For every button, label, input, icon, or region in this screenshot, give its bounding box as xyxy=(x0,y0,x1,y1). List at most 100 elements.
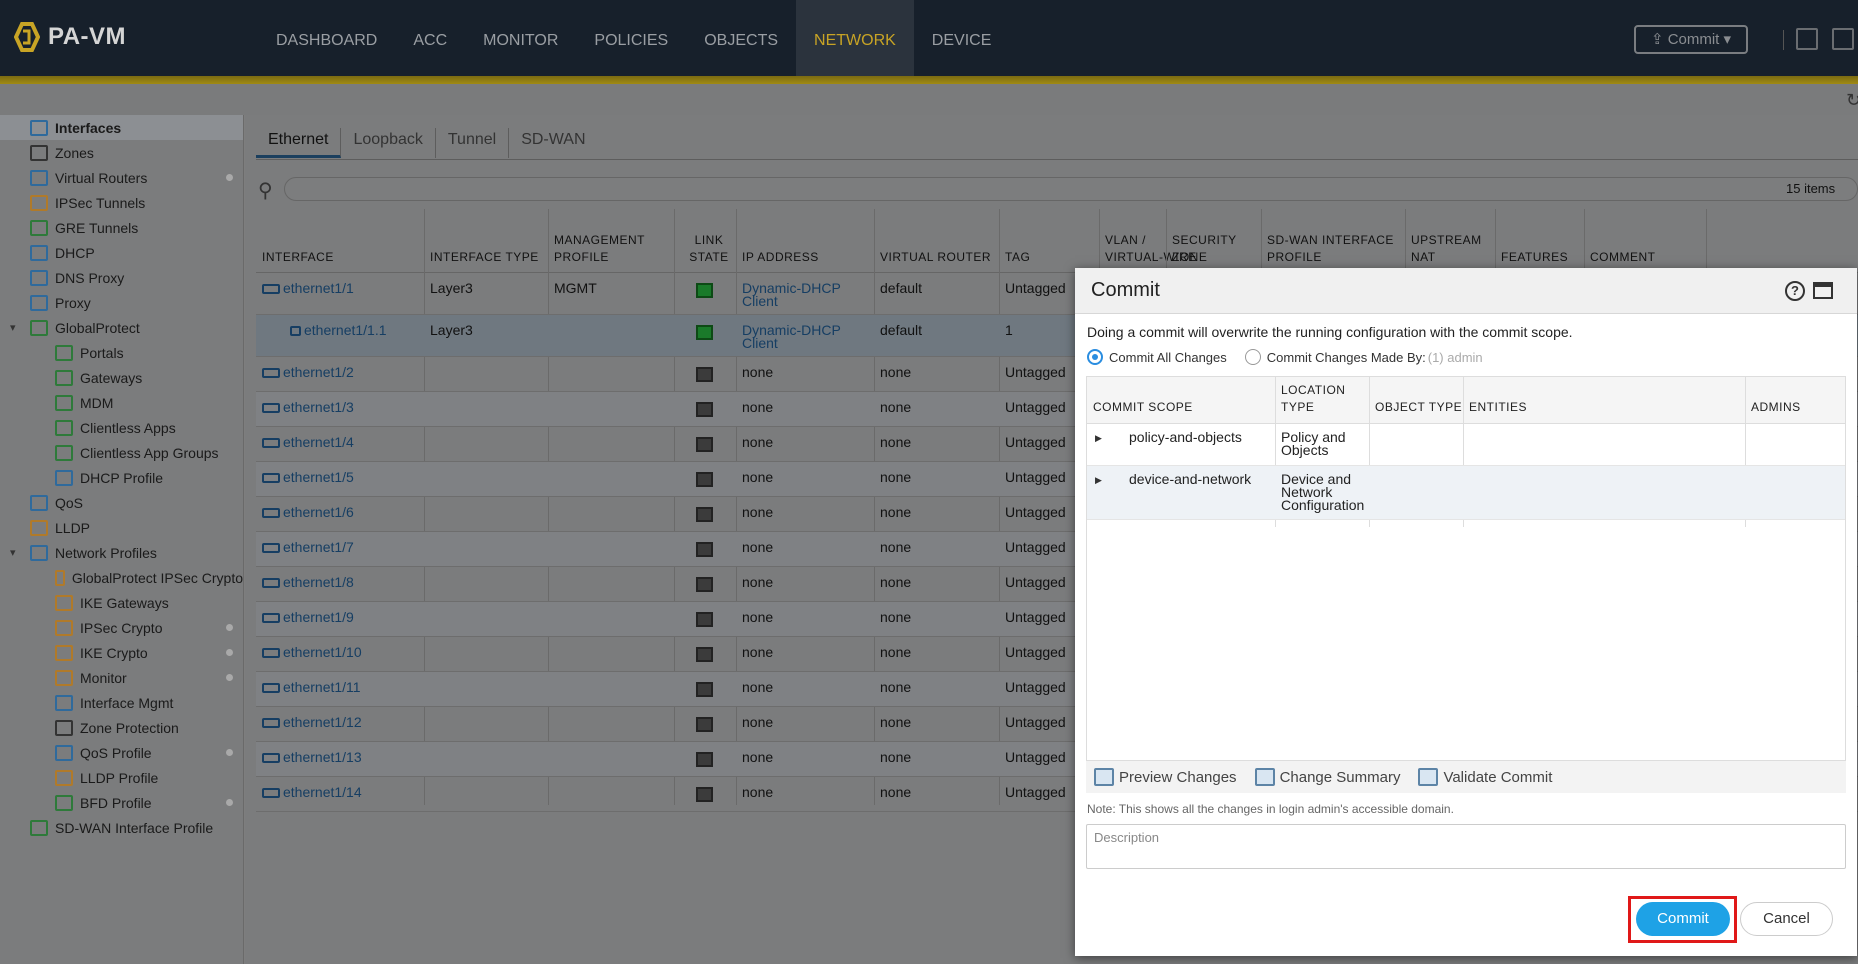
sidebar-item-qos-profile[interactable]: QoS Profile xyxy=(0,740,243,765)
help-icon[interactable]: ? xyxy=(1785,281,1805,301)
logo-text: PA-VM xyxy=(48,23,127,50)
scope-row[interactable]: ▶ device-and-network Device and Network Co… xyxy=(1087,466,1845,520)
sidebar-item-zone-protection[interactable]: Zone Protection xyxy=(0,715,243,740)
column-header-upstream-nat[interactable]: UPSTREAM NAT xyxy=(1411,232,1497,266)
interface-name[interactable]: ethernet1/9 xyxy=(262,610,354,624)
sidebar-item-bfd-profile[interactable]: BFD Profile xyxy=(0,790,243,815)
sidebar-item-ike-gateways[interactable]: IKE Gateways xyxy=(0,590,243,615)
tab-loopback[interactable]: Loopback xyxy=(341,128,436,158)
sidebar-item-network-profiles[interactable]: ▾ Network Profiles xyxy=(0,540,243,565)
sidebar-item-portals[interactable]: Portals xyxy=(0,340,243,365)
sidebar-item-mdm[interactable]: MDM xyxy=(0,390,243,415)
description-field[interactable]: Description xyxy=(1086,824,1846,869)
preview-changes-button[interactable]: Preview Changes xyxy=(1094,768,1237,786)
interface-name[interactable]: ethernet1/1 xyxy=(262,281,354,295)
sidebar-item-qos[interactable]: QoS xyxy=(0,490,243,515)
expand-caret-icon[interactable]: ▶ xyxy=(1095,433,1102,444)
nav-policies[interactable]: POLICIES xyxy=(576,0,686,76)
nav-objects[interactable]: OBJECTS xyxy=(686,0,796,76)
interface-name[interactable]: ethernet1/4 xyxy=(262,435,354,449)
lock-config-icon[interactable] xyxy=(1796,28,1818,50)
scope-column-commit-scope[interactable]: COMMIT SCOPE xyxy=(1093,399,1263,416)
scope-column-entities[interactable]: ENTITIES xyxy=(1469,399,1739,416)
save-config-icon[interactable] xyxy=(1832,28,1854,50)
search-icon[interactable]: ⚲ xyxy=(258,178,273,203)
interface-name[interactable]: ethernet1/1.1 xyxy=(290,323,387,337)
interface-name[interactable]: ethernet1/3 xyxy=(262,400,354,414)
sidebar-item-lldp-profile[interactable]: LLDP Profile xyxy=(0,765,243,790)
tab-sd-wan[interactable]: SD-WAN xyxy=(509,128,597,158)
sidebar-item-ipsec-crypto[interactable]: IPSec Crypto xyxy=(0,615,243,640)
scope-column-object-type[interactable]: OBJECT TYPE xyxy=(1375,399,1463,416)
ip-address[interactable]: Dynamic-DHCP Client xyxy=(742,323,852,350)
column-header-comment[interactable]: COMMENT xyxy=(1590,249,1708,266)
nav-dashboard[interactable]: DASHBOARD xyxy=(258,0,395,76)
maximize-icon[interactable] xyxy=(1813,282,1833,299)
interface-name[interactable]: ethernet1/10 xyxy=(262,645,362,659)
column-header-interface-type[interactable]: INTERFACE TYPE xyxy=(430,249,548,266)
sidebar-item-lldp[interactable]: LLDP xyxy=(0,515,243,540)
interface-name[interactable]: ethernet1/12 xyxy=(262,715,362,729)
tab-ethernet[interactable]: Ethernet xyxy=(256,128,342,158)
column-header-sd-wan-interface-profile[interactable]: SD-WAN INTERFACE PROFILE xyxy=(1267,232,1407,266)
nav-monitor[interactable]: MONITOR xyxy=(465,0,576,76)
interface-name[interactable]: ethernet1/11 xyxy=(262,680,361,694)
commit-by-radio[interactable] xyxy=(1244,349,1261,365)
top-commit-button[interactable]: ⇪ Commit ▾ xyxy=(1634,25,1748,54)
column-header-ip-address[interactable]: IP ADDRESS xyxy=(742,249,872,266)
column-header-management-profile[interactable]: MANAGEMENT PROFILE xyxy=(554,232,672,266)
sidebar-item-dhcp[interactable]: DHCP xyxy=(0,240,243,265)
commit-all-radio[interactable] xyxy=(1087,349,1103,365)
nav-device[interactable]: DEVICE xyxy=(914,0,1010,76)
scope-row[interactable]: ▶ policy-and-objects Policy and Objects xyxy=(1087,424,1845,466)
search-input[interactable] xyxy=(284,177,1858,201)
interface-name[interactable]: ethernet1/8 xyxy=(262,575,354,589)
nav-network[interactable]: NETWORK xyxy=(796,0,914,76)
sidebar-item-ike-crypto[interactable]: IKE Crypto xyxy=(0,640,243,665)
sidebar-item-clientless-app-groups[interactable]: Clientless App Groups xyxy=(0,440,243,465)
change-summary-button[interactable]: Change Summary xyxy=(1254,768,1400,786)
column-header-interface[interactable]: INTERFACE xyxy=(262,249,402,266)
ethernet-port-icon xyxy=(290,326,301,336)
sidebar-item-zones[interactable]: Zones xyxy=(0,140,243,165)
chevron-down-icon[interactable]: ▾ xyxy=(10,546,16,559)
sidebar-item-label: Zones xyxy=(55,144,94,161)
interface-name[interactable]: ethernet1/6 xyxy=(262,505,354,519)
interface-name[interactable]: ethernet1/5 xyxy=(262,470,354,484)
sidebar-item-ipsec-tunnels[interactable]: IPSec Tunnels xyxy=(0,190,243,215)
sidebar-item-proxy[interactable]: Proxy xyxy=(0,290,243,315)
chevron-down-icon[interactable]: ▾ xyxy=(10,321,16,334)
interface-name[interactable]: ethernet1/13 xyxy=(262,750,362,764)
sidebar-item-interfaces[interactable]: Interfaces xyxy=(0,115,243,140)
column-header-security-zone[interactable]: SECURITY ZONE xyxy=(1172,232,1262,266)
sidebar-item-clientless-apps[interactable]: Clientless Apps xyxy=(0,415,243,440)
ip-address[interactable]: Dynamic-DHCP Client xyxy=(742,281,852,308)
commit-button[interactable]: Commit xyxy=(1636,902,1730,936)
sidebar-item-gateways[interactable]: Gateways xyxy=(0,365,243,390)
column-header-virtual-router[interactable]: VIRTUAL ROUTER xyxy=(880,249,998,266)
column-header-link-state[interactable]: LINK STATE xyxy=(680,232,738,266)
refresh-icon[interactable]: ↻ xyxy=(1846,90,1858,111)
sidebar-item-interface-mgmt[interactable]: Interface Mgmt xyxy=(0,690,243,715)
commit-actions-bar: Preview Changes Change Summary Validate … xyxy=(1086,760,1846,793)
sidebar-item-globalprotect[interactable]: ▾ GlobalProtect xyxy=(0,315,243,340)
sidebar-item-gre-tunnels[interactable]: GRE Tunnels xyxy=(0,215,243,240)
nav-acc[interactable]: ACC xyxy=(395,0,465,76)
scope-column-admins[interactable]: ADMINS xyxy=(1751,399,1841,416)
interface-name[interactable]: ethernet1/2 xyxy=(262,365,354,379)
interface-name[interactable]: ethernet1/14 xyxy=(262,785,362,799)
cancel-button[interactable]: Cancel xyxy=(1740,902,1833,936)
scope-column-location-type[interactable]: LOCATION TYPE xyxy=(1281,382,1369,416)
expand-caret-icon[interactable]: ▶ xyxy=(1095,475,1102,486)
sidebar-item-monitor[interactable]: Monitor xyxy=(0,665,243,690)
validate-commit-button[interactable]: Validate Commit xyxy=(1418,768,1552,786)
sidebar-item-dhcp-profile[interactable]: DHCP Profile xyxy=(0,465,243,490)
sidebar-item-globalprotect-ipsec-crypto[interactable]: GlobalProtect IPSec Crypto xyxy=(0,565,243,590)
column-header-tag[interactable]: TAG xyxy=(1005,249,1101,266)
interface-name[interactable]: ethernet1/7 xyxy=(262,540,354,554)
sidebar-item-sd-wan-interface-profile[interactable]: SD-WAN Interface Profile xyxy=(0,815,243,840)
sidebar-item-virtual-routers[interactable]: Virtual Routers xyxy=(0,165,243,190)
sidebar-item-dns-proxy[interactable]: DNS Proxy xyxy=(0,265,243,290)
tab-tunnel[interactable]: Tunnel xyxy=(436,128,510,158)
column-header-features[interactable]: FEATURES xyxy=(1501,249,1585,266)
